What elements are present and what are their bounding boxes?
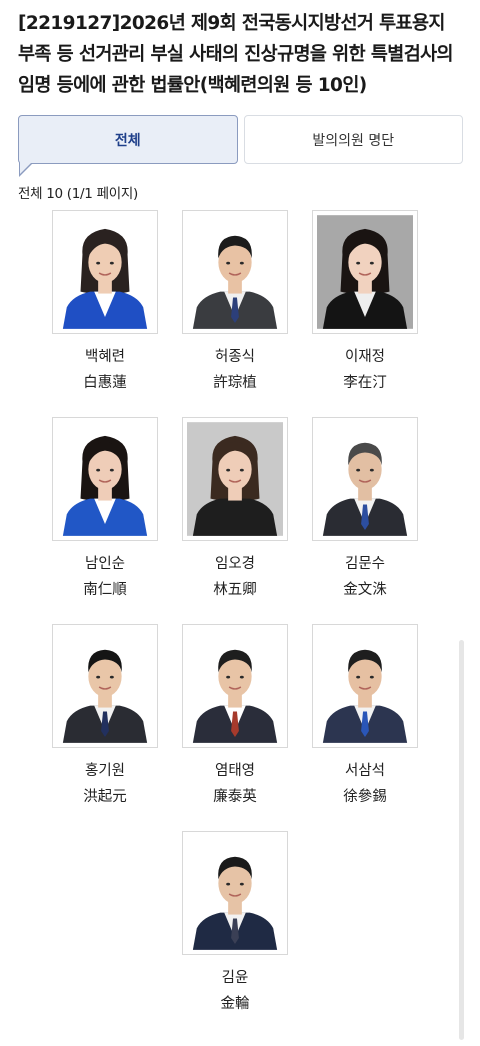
member-name-hanja: 徐參錫 <box>343 789 387 805</box>
portrait-image <box>57 629 153 743</box>
member-name-hanja: 林五卿 <box>213 582 257 598</box>
portrait-image <box>317 215 413 329</box>
member-photo[interactable] <box>52 417 158 541</box>
member-card[interactable]: 백혜련 白惠蓮 <box>40 210 170 417</box>
member-card[interactable]: 허종식 許琮植 <box>170 210 300 417</box>
portrait-image <box>187 422 283 536</box>
member-photo[interactable] <box>52 624 158 748</box>
member-photo[interactable] <box>312 624 418 748</box>
member-card[interactable]: 이재정 李在汀 <box>300 210 430 417</box>
member-name-korean[interactable]: 서삼석 <box>345 761 385 781</box>
portrait-image <box>57 422 153 536</box>
page-count-text: 전체 10 (1/1 페이지) <box>18 186 138 202</box>
member-name-korean[interactable]: 김윤 <box>222 968 249 988</box>
member-name-hanja: 南仁順 <box>83 582 127 598</box>
member-name-korean[interactable]: 홍기원 <box>85 761 125 781</box>
portrait-image <box>187 215 283 329</box>
member-card[interactable]: 염태영 廉泰英 <box>170 624 300 831</box>
member-name-korean[interactable]: 염태영 <box>215 761 255 781</box>
tab-sponsor-list[interactable]: 발의의원 명단 <box>243 115 463 164</box>
member-name-hanja: 洪起元 <box>83 789 127 805</box>
member-name-korean[interactable]: 이재정 <box>345 347 385 367</box>
member-name-hanja: 李在汀 <box>343 375 387 391</box>
portrait-image <box>317 422 413 536</box>
tab-bar: 전체 발의의원 명단 <box>18 115 463 177</box>
member-name-korean[interactable]: 남인순 <box>85 554 125 574</box>
member-photo[interactable] <box>312 417 418 541</box>
bill-title: [2219127]2026년 제9회 전국동시지방선거 투표용지 부족 등 선거… <box>18 13 454 96</box>
member-card[interactable]: 김문수 金文洙 <box>300 417 430 624</box>
member-photo[interactable] <box>182 624 288 748</box>
member-card[interactable]: 서삼석 徐參錫 <box>300 624 430 831</box>
scrollbar[interactable] <box>459 640 464 1040</box>
member-card[interactable]: 임오경 林五卿 <box>170 417 300 624</box>
member-card[interactable]: 김윤 金輪 <box>170 831 300 1038</box>
member-name-hanja: 金文洙 <box>343 582 387 598</box>
member-name-korean[interactable]: 김문수 <box>345 554 385 574</box>
member-photo[interactable] <box>52 210 158 334</box>
member-grid: 백혜련 白惠蓮 허종식 許琮植 이재정 李在汀 남인순 南仁順 임오경 林五卿 … <box>40 210 440 1038</box>
portrait-image <box>187 629 283 743</box>
member-name-hanja: 金輪 <box>220 996 250 1012</box>
portrait-image <box>317 629 413 743</box>
member-name-korean[interactable]: 백혜련 <box>85 347 125 367</box>
member-name-hanja: 廉泰英 <box>213 789 257 805</box>
portrait-image <box>187 836 283 950</box>
member-photo[interactable] <box>312 210 418 334</box>
member-photo[interactable] <box>182 210 288 334</box>
tab-all[interactable]: 전체 <box>18 115 238 177</box>
member-photo[interactable] <box>182 831 288 955</box>
member-name-hanja: 許琮植 <box>213 375 257 391</box>
member-name-korean[interactable]: 임오경 <box>215 554 255 574</box>
portrait-image <box>57 215 153 329</box>
member-card[interactable]: 남인순 南仁順 <box>40 417 170 624</box>
member-photo[interactable] <box>182 417 288 541</box>
member-card[interactable]: 홍기원 洪起元 <box>40 624 170 831</box>
member-name-hanja: 白惠蓮 <box>83 375 127 391</box>
member-name-korean[interactable]: 허종식 <box>215 347 255 367</box>
